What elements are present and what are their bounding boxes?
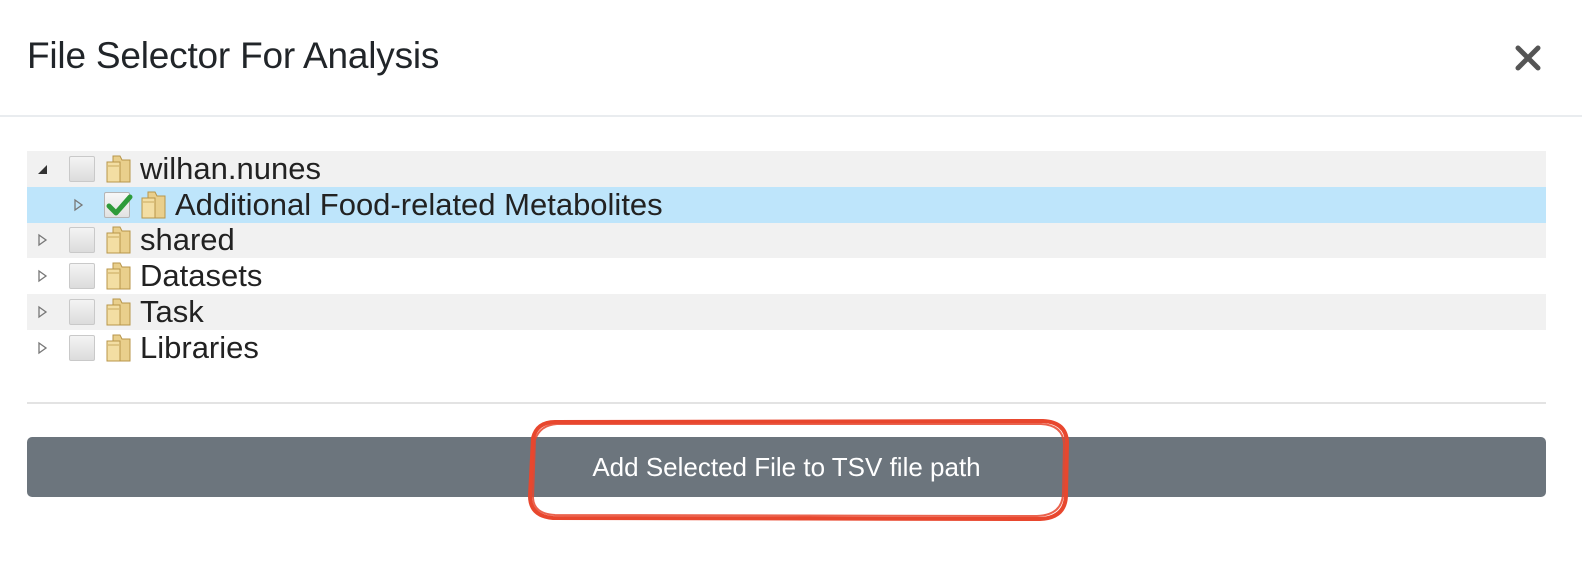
dialog-title: File Selector For Analysis: [27, 35, 440, 76]
tree-node-label[interactable]: Libraries: [140, 330, 259, 366]
tree-node-label[interactable]: wilhan.nunes: [140, 151, 321, 187]
tree-node-checkbox[interactable]: [69, 299, 95, 326]
tree-node-label[interactable]: Datasets: [140, 258, 262, 294]
tree-node-checkbox[interactable]: [69, 334, 95, 361]
folder-icon: [106, 298, 131, 326]
collapsed-triangle-icon[interactable]: [33, 303, 51, 321]
collapsed-triangle-icon[interactable]: [33, 231, 51, 249]
tree-node-checkbox[interactable]: [104, 191, 133, 218]
tree-node-shared[interactable]: shared: [27, 222, 1546, 259]
file-tree: wilhan.nunes Additional Food-related Met…: [27, 151, 1546, 366]
tree-node-additional-food-related-metabolites[interactable]: Additional Food-related Metabolites: [27, 187, 1546, 223]
close-button[interactable]: [1508, 30, 1548, 78]
collapsed-triangle-icon[interactable]: [69, 196, 87, 214]
tree-node-label[interactable]: Task: [140, 294, 204, 330]
tree-node-libraries[interactable]: Libraries: [27, 330, 1546, 366]
checkmark-icon: [106, 194, 133, 216]
folder-icon: [106, 334, 131, 362]
folder-icon: [106, 155, 131, 183]
folder-icon: [141, 191, 166, 219]
tree-node-label[interactable]: Additional Food-related Metabolites: [175, 187, 663, 223]
tree-node-wilhan-nunes[interactable]: wilhan.nunes: [27, 151, 1546, 187]
collapsed-triangle-icon[interactable]: [33, 339, 51, 357]
tree-node-checkbox[interactable]: [69, 263, 95, 290]
file-selector-dialog: File Selector For Analysis wilhan.nunes: [0, 0, 1582, 565]
tree-node-label[interactable]: shared: [140, 222, 235, 258]
tree-node-checkbox[interactable]: [69, 227, 95, 254]
expanded-triangle-icon[interactable]: [33, 160, 51, 178]
folder-icon: [106, 226, 131, 254]
dialog-header: File Selector For Analysis: [0, 0, 1582, 117]
tree-node-datasets[interactable]: Datasets: [27, 258, 1546, 294]
folder-icon: [106, 262, 131, 290]
tree-node-task[interactable]: Task: [27, 294, 1546, 330]
divider: [27, 402, 1546, 404]
collapsed-triangle-icon[interactable]: [33, 267, 51, 285]
add-selected-file-button[interactable]: Add Selected File to TSV file path: [27, 437, 1546, 497]
tree-node-checkbox[interactable]: [69, 155, 95, 182]
close-icon: [1515, 45, 1541, 71]
